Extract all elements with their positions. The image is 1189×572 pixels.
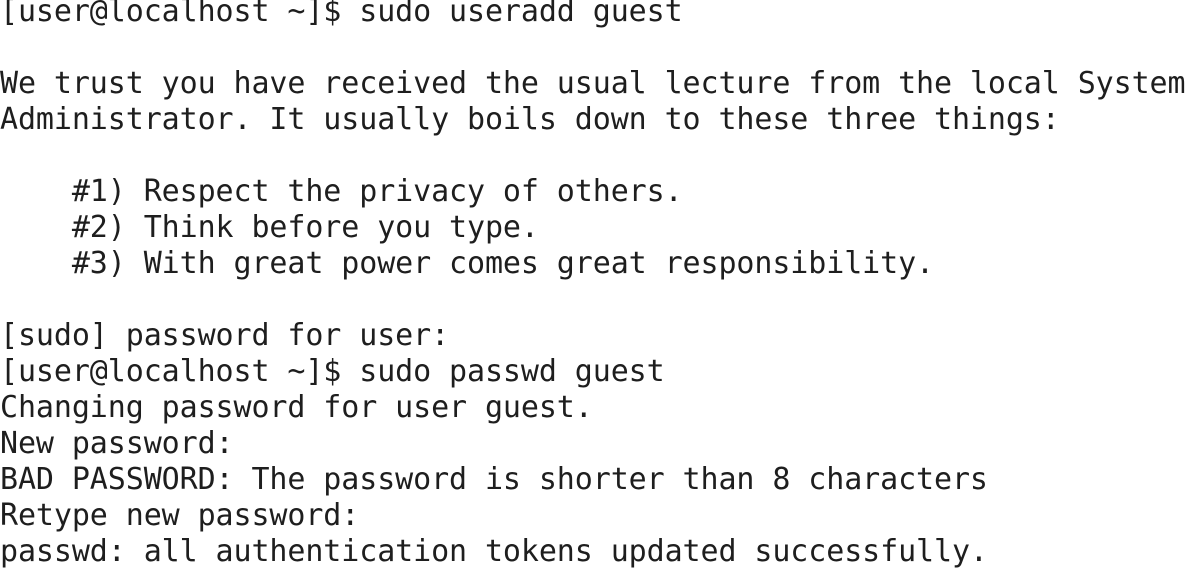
retype-password-prompt: Retype new password:	[0, 498, 360, 533]
lecture-rule-1: #1) Respect the privacy of others.	[0, 174, 683, 209]
lecture-line-2: Administrator. It usually boils down to …	[0, 102, 1060, 137]
terminal-output[interactable]: [user@localhost ~]$ sudo useradd guest W…	[0, 0, 1189, 569]
sudo-password-prompt: [sudo] password for user:	[0, 318, 450, 353]
lecture-rule-3: #3) With great power comes great respons…	[0, 246, 934, 281]
bad-password-warning: BAD PASSWORD: The password is shorter th…	[0, 462, 988, 497]
new-password-prompt: New password:	[0, 426, 234, 461]
prompt-line-useradd: [user@localhost ~]$ sudo useradd guest	[0, 0, 683, 29]
changing-password-message: Changing password for user guest.	[0, 390, 593, 425]
lecture-rule-2: #2) Think before you type.	[0, 210, 539, 245]
prompt-line-passwd: [user@localhost ~]$ sudo passwd guest	[0, 354, 665, 389]
passwd-success-message: passwd: all authentication tokens update…	[0, 534, 988, 569]
lecture-line-1: We trust you have received the usual lec…	[0, 66, 1186, 101]
